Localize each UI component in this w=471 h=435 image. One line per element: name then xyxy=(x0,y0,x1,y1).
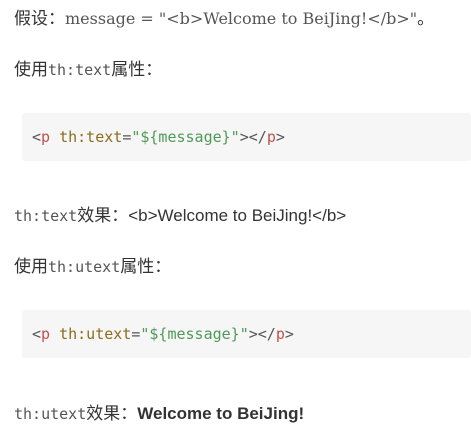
assumption-label: 假设： xyxy=(14,9,65,29)
utext-result-value: Welcome to BeiJing! xyxy=(137,404,305,423)
code-block-utext: <p th:utext="${message}"></p> xyxy=(22,310,471,358)
text-result-line: th:text效果：<b>Welcome to BeiJing!</b> xyxy=(14,204,346,228)
code-close: ></ xyxy=(248,325,276,343)
text-result-label: 效果： xyxy=(77,206,129,226)
code-tag: p xyxy=(41,325,51,343)
utext-result-label: 效果： xyxy=(86,404,138,424)
utext-result-line: th:utext效果：Welcome to BeiJing! xyxy=(14,402,304,426)
code-equals: = xyxy=(122,128,132,146)
code-block-text: <p th:text="${message}"></p> xyxy=(22,113,471,161)
code-end-tag: p xyxy=(275,325,285,343)
assumption-code: message = "<b>Welcome to BeiJing!</b>" xyxy=(65,9,418,28)
code-attr: th:utext xyxy=(59,325,132,343)
utext-attr-heading: 使用th:utext属性： xyxy=(14,255,171,279)
utext-result-attr: th:utext xyxy=(14,405,87,423)
text-attr-suffix: 属性： xyxy=(111,60,163,80)
code-end-bracket: > xyxy=(275,128,285,146)
text-attr-prefix: 使用 xyxy=(14,60,48,80)
code-line-utext: <p th:utext="${message}"></p> xyxy=(32,323,294,345)
code-value: "${message}" xyxy=(140,325,249,343)
code-value: "${message}" xyxy=(131,128,240,146)
code-end-tag: p xyxy=(266,128,276,146)
utext-attr-name: th:utext xyxy=(48,258,121,276)
code-open-bracket: < xyxy=(32,325,42,343)
text-attr-name: th:text xyxy=(48,61,112,79)
code-end-bracket: > xyxy=(284,325,294,343)
code-close: ></ xyxy=(239,128,267,146)
code-attr: th:text xyxy=(59,128,123,146)
assumption-line: 假设：message = "<b>Welcome to BeiJing!</b>… xyxy=(14,7,434,31)
assumption-end: 。 xyxy=(417,9,435,29)
utext-attr-suffix: 属性： xyxy=(120,257,172,277)
code-open-bracket: < xyxy=(32,128,42,146)
code-line-text: <p th:text="${message}"></p> xyxy=(32,126,285,148)
text-result-attr: th:text xyxy=(14,207,78,225)
text-attr-heading: 使用th:text属性： xyxy=(14,58,162,82)
utext-attr-prefix: 使用 xyxy=(14,257,48,277)
code-tag: p xyxy=(41,128,51,146)
text-result-value: <b>Welcome to BeiJing!</b> xyxy=(128,206,347,225)
